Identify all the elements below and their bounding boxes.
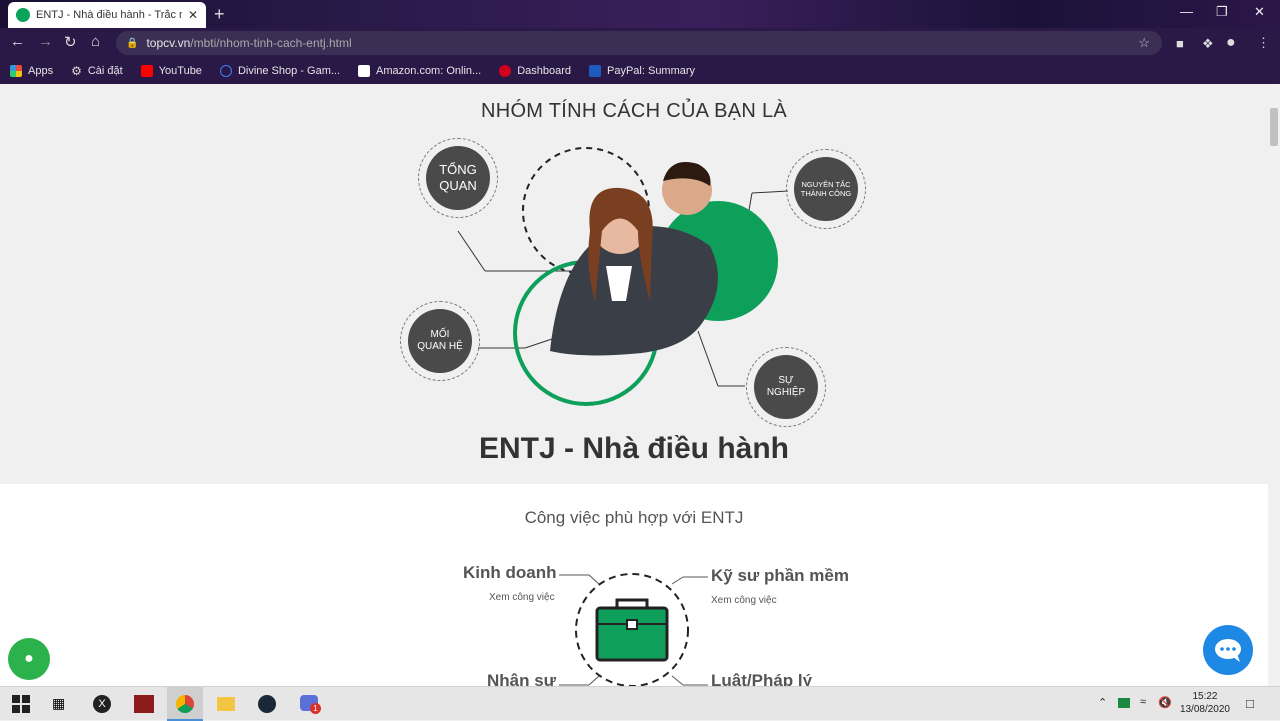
- clock-date: 13/08/2020: [1179, 704, 1230, 715]
- connector-line: [588, 675, 600, 686]
- windows-taskbar: ▦ X 1 ⌃ ≈ 🔇 15:22 13/08/2020 □: [0, 686, 1280, 721]
- jobs-diagram: [559, 573, 708, 686]
- hero-heading: NHÓM TÍNH CÁCH CỦA BẠN LÀ: [480, 100, 788, 122]
- job-business-link[interactable]: Xem công việc: [489, 592, 555, 603]
- page-content: NHÓM TÍNH CÁCH CỦA BẠN LÀ TỔNG QUAN NGUY…: [0, 86, 1268, 686]
- lock-icon: 🔒: [126, 37, 139, 49]
- notification-badge: 1: [310, 703, 321, 714]
- chrome-icon: [176, 695, 194, 713]
- forward-icon[interactable]: →: [38, 33, 53, 50]
- job-software-engineer[interactable]: Kỹ sư phần mềm: [711, 566, 849, 586]
- tab-close-icon[interactable]: ✕: [188, 8, 198, 22]
- page-scrollbar[interactable]: [1268, 86, 1280, 686]
- extensions-puzzle-icon[interactable]: ❖: [1202, 36, 1214, 52]
- bookmark-label: Divine Shop - Gam...: [237, 65, 341, 77]
- connector-line: [588, 574, 600, 585]
- connector-line: [751, 190, 789, 194]
- extension-icon[interactable]: ■: [1176, 36, 1184, 51]
- connector-line: [457, 230, 486, 272]
- restore-icon[interactable]: ❐: [1216, 4, 1228, 20]
- job-human-resources[interactable]: Nhân sự: [487, 671, 556, 686]
- tab-title: ENTJ - Nhà điều hành - Trắc nghiệm: [36, 9, 182, 21]
- bookmarks-bar: Apps ⚙ Cài đặt YouTube Divine Shop - Gam.…: [0, 58, 1280, 84]
- bookmark-settings[interactable]: ⚙ Cài đặt: [71, 64, 123, 78]
- jobs-heading: Công việc phù hợp với ENTJ: [524, 508, 744, 527]
- chat-button[interactable]: [1203, 625, 1253, 675]
- dashboard-icon: [499, 65, 512, 77]
- bookmark-label: Amazon.com: Onlin...: [376, 65, 482, 77]
- bubble-career[interactable]: SỰ NGHIỆP: [746, 347, 826, 427]
- bookmark-label: Apps: [28, 65, 54, 77]
- chat-bubble-icon: [1215, 639, 1241, 662]
- bookmark-amazon[interactable]: Amazon.com: Onlin...: [358, 65, 481, 77]
- bookmark-youtube[interactable]: YouTube: [140, 65, 202, 77]
- bookmark-label: Cài đặt: [87, 65, 123, 77]
- browser-toolbar: ← → ↻ ⌂ 🔒 topcv.vn/mbti/nhom-tinh-cach-e…: [0, 28, 1280, 58]
- file-explorer-icon[interactable]: [217, 697, 235, 711]
- chrome-taskbar-item[interactable]: [167, 687, 203, 721]
- youtube-icon: [140, 65, 153, 77]
- steam-icon[interactable]: [258, 695, 276, 713]
- bubble-success-principles[interactable]: NGUYÊN TẮC THÀNH CÔNG: [786, 149, 866, 229]
- reload-icon[interactable]: ↻: [64, 33, 77, 51]
- apps-grid-icon: [10, 65, 22, 77]
- bookmark-dashboard[interactable]: Dashboard: [499, 65, 571, 77]
- minimize-icon[interactable]: —: [1180, 4, 1193, 19]
- bookmark-paypal[interactable]: PayPal: Summary: [589, 65, 695, 77]
- bubble-overview[interactable]: TỔNG QUAN: [418, 138, 498, 218]
- back-icon[interactable]: ←: [10, 33, 25, 50]
- bookmark-divine-shop[interactable]: Divine Shop - Gam...: [219, 65, 341, 77]
- bookmark-star-icon[interactable]: ☆: [1138, 35, 1150, 51]
- bell-icon: ●: [24, 650, 34, 667]
- notification-bell-button[interactable]: ●: [8, 638, 50, 680]
- browser-tab[interactable]: ENTJ - Nhà điều hành - Trắc nghiệm ✕: [8, 2, 206, 28]
- close-window-icon[interactable]: ✕: [1254, 4, 1265, 20]
- xbox-icon[interactable]: X: [93, 695, 111, 713]
- personality-type-title: ENTJ - Nhà điều hành: [478, 432, 790, 465]
- job-legal[interactable]: Luật/Pháp lý: [711, 671, 812, 686]
- new-tab-button[interactable]: +: [214, 4, 225, 24]
- scrollbar-thumb[interactable]: [1270, 108, 1278, 146]
- bubble-relationships[interactable]: MỐI QUAN HỆ: [400, 301, 480, 381]
- bookmark-label: PayPal: Summary: [607, 65, 696, 77]
- menu-kebab-icon[interactable]: ⋮: [1257, 35, 1270, 51]
- taskbar-clock[interactable]: 15:22 13/08/2020: [1180, 690, 1230, 716]
- topcv-favicon-icon: [16, 8, 30, 22]
- amazon-icon: [358, 65, 371, 77]
- connector-line: [671, 576, 684, 585]
- job-business[interactable]: Kinh doanh: [463, 563, 556, 583]
- browser-titlebar: ENTJ - Nhà điều hành - Trắc nghiệm ✕ + —…: [0, 0, 1280, 28]
- address-bar[interactable]: 🔒 topcv.vn/mbti/nhom-tinh-cach-entj.html…: [116, 31, 1162, 55]
- speaker-muted-icon[interactable]: 🔇: [1158, 696, 1172, 709]
- profile-avatar-icon[interactable]: ●: [1226, 34, 1236, 52]
- home-icon[interactable]: ⌂: [91, 33, 100, 50]
- tray-app-icon[interactable]: [1118, 698, 1130, 708]
- windows-start-icon[interactable]: [12, 695, 30, 713]
- bookmark-label: Dashboard: [517, 65, 572, 77]
- success-principles-label: NGUYÊN TẮC THÀNH CÔNG: [794, 157, 858, 221]
- connector-line: [671, 675, 684, 686]
- job-software-engineer-link[interactable]: Xem công việc: [711, 595, 777, 606]
- divine-shop-icon: [219, 65, 232, 77]
- url-host: topcv.vn: [146, 36, 191, 50]
- bookmark-apps[interactable]: Apps: [10, 65, 53, 77]
- gear-icon: ⚙: [71, 64, 82, 78]
- briefcase-icon: [595, 598, 669, 662]
- url-path: /mbti/nhom-tinh-cach-entj.html: [190, 36, 352, 50]
- bookmark-label: YouTube: [158, 65, 202, 77]
- tray-chevron-icon[interactable]: ⌃: [1098, 696, 1107, 709]
- relationships-label: MỐI QUAN HỆ: [408, 309, 472, 373]
- url-text: topcv.vn/mbti/nhom-tinh-cach-entj.html: [146, 36, 351, 50]
- jobs-section: Công việc phù hợp với ENTJ Kinh doanh Xe…: [0, 484, 1268, 686]
- task-view-icon[interactable]: ▦: [52, 695, 70, 713]
- action-center-icon[interactable]: □: [1246, 696, 1254, 711]
- paypal-icon: [589, 65, 602, 77]
- career-label: SỰ NGHIỆP: [754, 355, 818, 419]
- game-app-icon[interactable]: [134, 695, 154, 713]
- connector-line: [697, 330, 719, 387]
- overview-label: TỔNG QUAN: [426, 146, 490, 210]
- clock-time: 15:22: [1192, 691, 1218, 702]
- wifi-icon[interactable]: ≈: [1140, 696, 1146, 708]
